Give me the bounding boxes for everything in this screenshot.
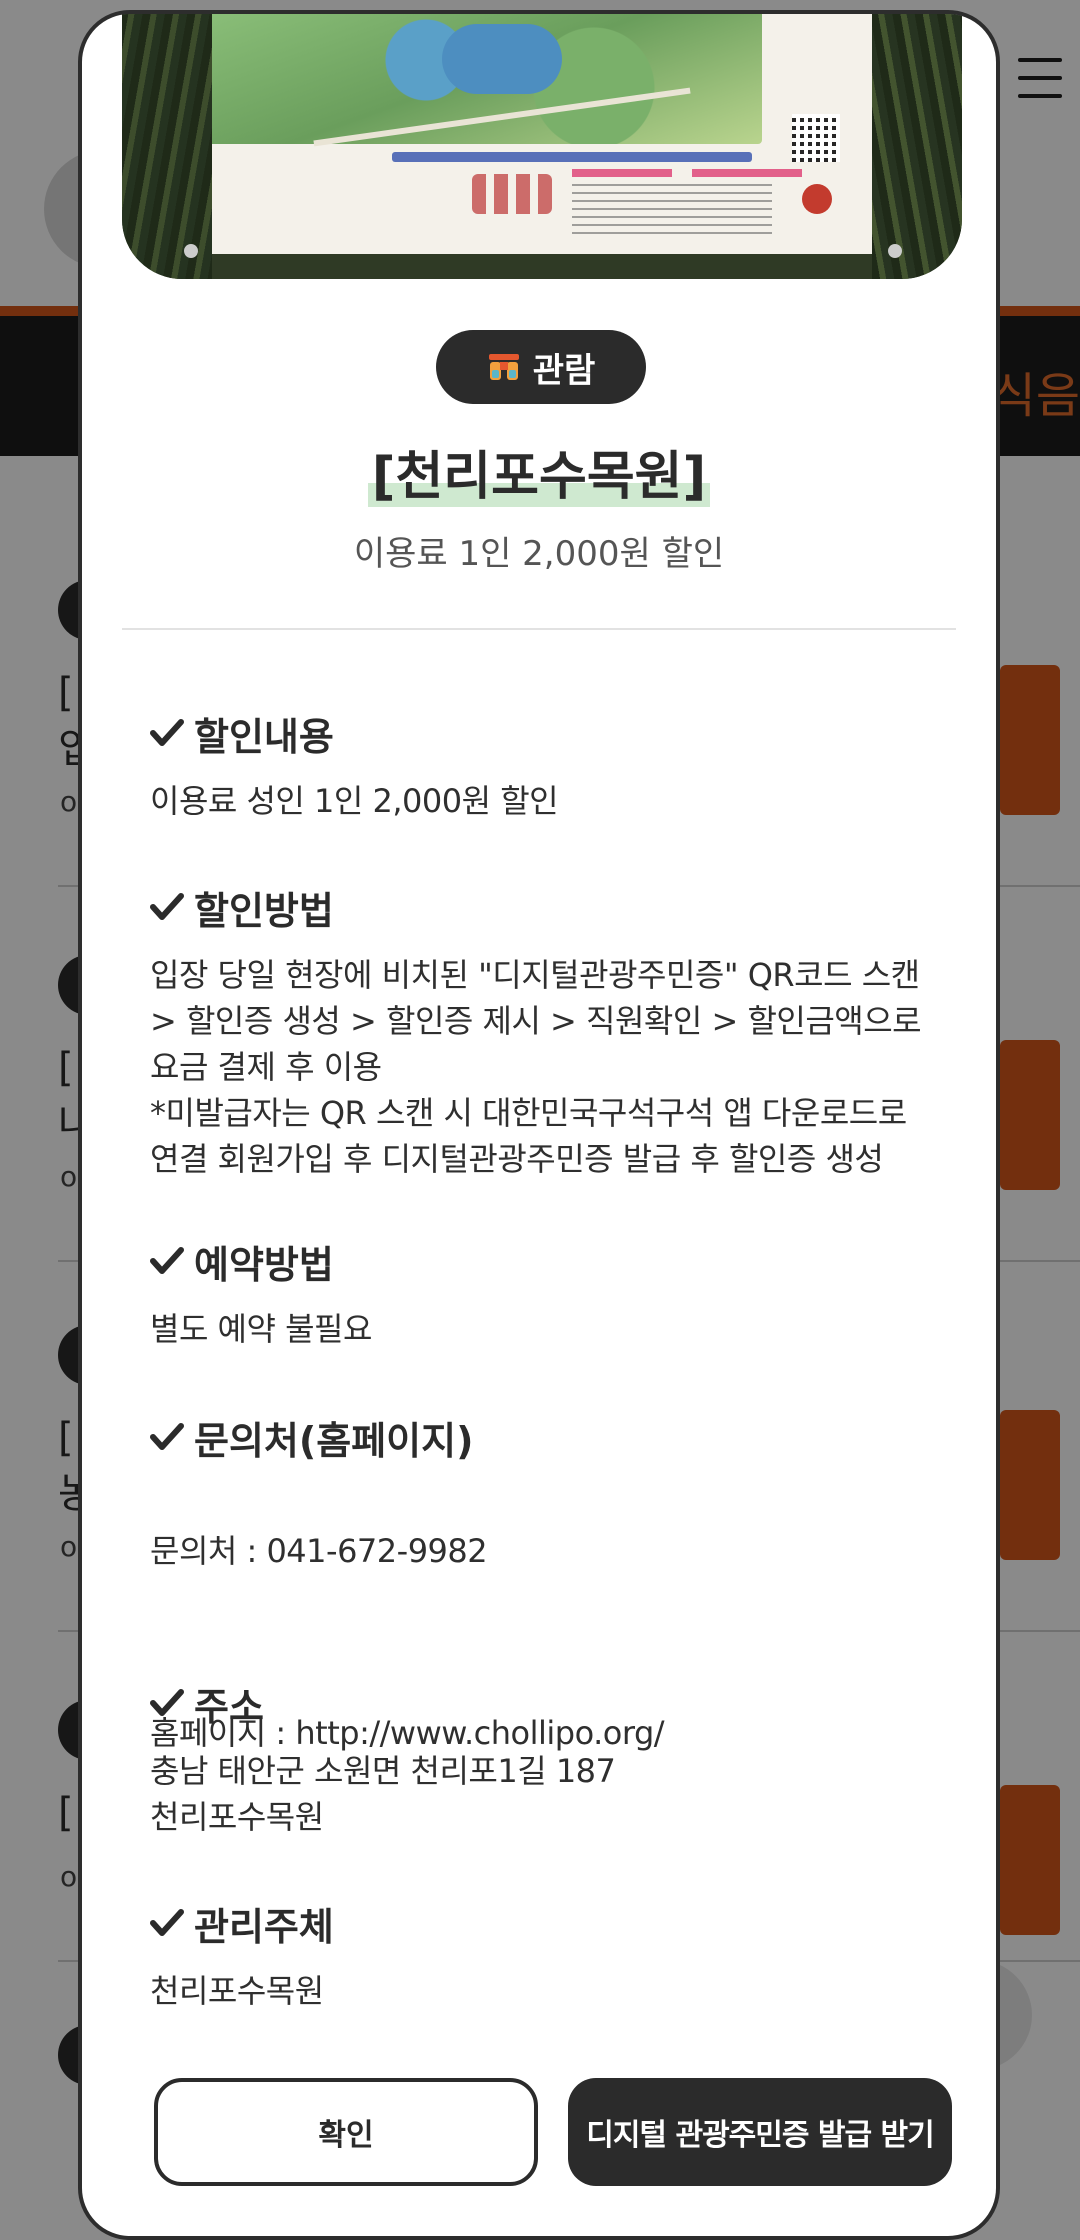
section-body: 별도 예약 불필요 — [150, 1310, 372, 1348]
section-heading: 예약방법 — [194, 1242, 334, 1287]
check-icon — [150, 1422, 184, 1452]
section-heading: 주소 — [194, 1684, 264, 1729]
section-heading: 할인방법 — [194, 888, 334, 933]
section-heading: 관리주체 — [194, 1904, 334, 1949]
section-discount-method: 할인방법 입장 당일 현장에 비치된 "디지털관광주민증" QR코드 스캔 > … — [150, 882, 936, 1182]
section-management: 관리주체 천리포수목원 — [150, 1898, 936, 2014]
section-discount-content: 할인내용 이용료 성인 1인 2,000원 할인 — [150, 708, 936, 824]
section-body: 충남 태안군 소원면 천리포1길 187 천리포수목원 — [150, 1752, 616, 1836]
section-heading: 문의처(홈페이지) — [194, 1418, 474, 1463]
section-body: 천리포수목원 — [150, 1972, 324, 2010]
section-address: 주소 충남 태안군 소원면 천리포1길 187 천리포수목원 — [150, 1678, 936, 1840]
section-reservation-method: 예약방법 별도 예약 불필요 — [150, 1236, 936, 1352]
binoculars-icon — [487, 352, 521, 382]
check-icon — [150, 1688, 184, 1718]
issue-digital-resident-card-button[interactable]: 디지털 관광주민증 발급 받기 — [568, 2078, 952, 2186]
confirm-button[interactable]: 확인 — [154, 2078, 538, 2186]
check-icon — [150, 1908, 184, 1938]
benefit-detail-modal: 관람 [천리포수목원] 이용료 1인 2,000원 할인 할인내용 이용료 성인… — [78, 10, 1000, 2240]
check-icon — [150, 892, 184, 922]
section-heading: 할인내용 — [194, 714, 334, 759]
section-body: 입장 당일 현장에 비치된 "디지털관광주민증" QR코드 스캔 > 할인증 생… — [150, 956, 922, 1178]
category-label: 관람 — [532, 350, 596, 391]
check-icon — [150, 718, 184, 748]
check-icon — [150, 1246, 184, 1276]
section-body: 이용료 성인 1인 2,000원 할인 — [150, 782, 559, 820]
modal-subtitle: 이용료 1인 2,000원 할인 — [353, 534, 725, 574]
contact-phone[interactable]: 문의처 : 041-672-9982 — [150, 1528, 936, 1574]
arboretum-map-photo — [122, 14, 962, 279]
modal-title: [천리포수목원] — [82, 434, 996, 509]
divider — [122, 628, 956, 630]
category-badge: 관람 — [436, 330, 646, 404]
